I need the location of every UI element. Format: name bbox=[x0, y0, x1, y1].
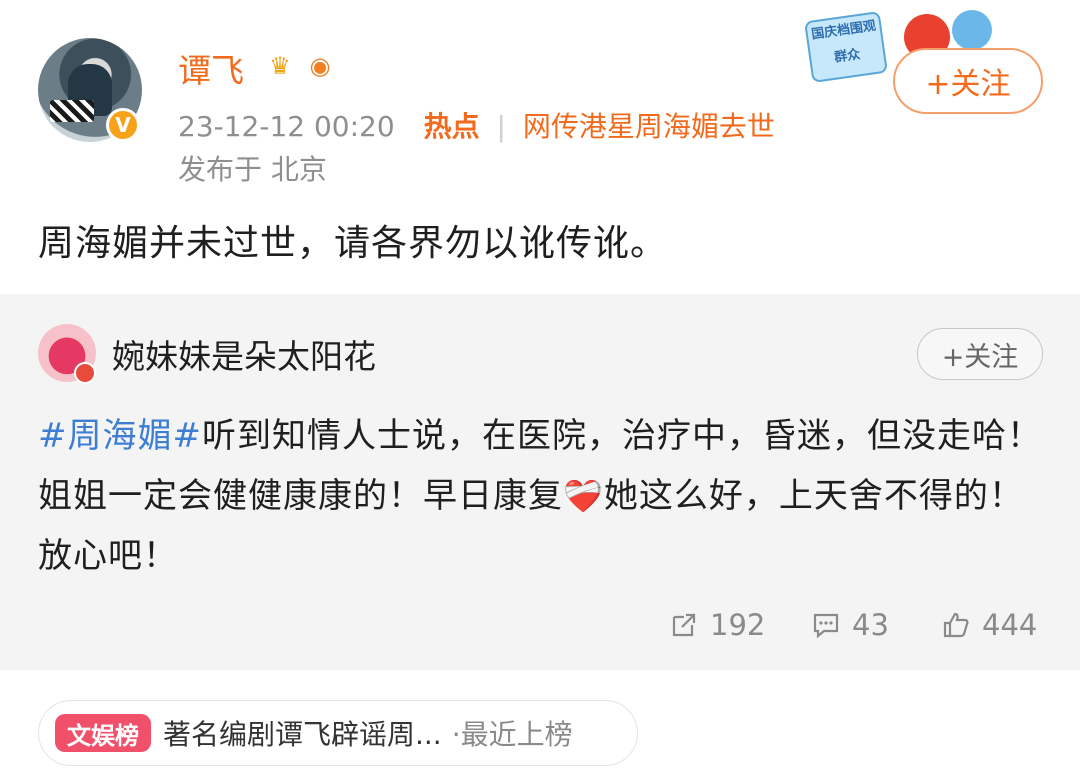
hot-label: 热点 bbox=[423, 110, 480, 143]
post-meta: 23-12-12 00:20 热点 | 网传港星周海媚去世 bbox=[178, 105, 775, 145]
mending-heart-icon: ❤️‍🩹 bbox=[563, 477, 604, 515]
reposted-post[interactable]: 婉妹妹是朵太阳花 +关注 #周海媚#听到知情人士说，在医院，治疗中，昏迷，但没走… bbox=[0, 294, 1080, 670]
comment-icon bbox=[813, 613, 839, 639]
hot-list-suffix: ·最近上榜 bbox=[451, 718, 573, 751]
hot-list-bar[interactable]: 文娱榜 著名编剧谭飞辟谣周... ·最近上榜 bbox=[38, 700, 638, 766]
like-count: 444 bbox=[982, 608, 1038, 642]
hot-list-title: 著名编剧谭飞辟谣周... bbox=[163, 718, 442, 751]
repost-badge-icon bbox=[74, 362, 96, 384]
comment-count: 43 bbox=[852, 608, 889, 642]
hashtag-link[interactable]: #周海媚# bbox=[38, 416, 202, 456]
separator: | bbox=[496, 110, 506, 143]
fish-icon: ◉ bbox=[309, 52, 331, 80]
clapperboard-icon bbox=[50, 100, 94, 122]
festival-tag: 国庆档围观群众 bbox=[804, 11, 888, 83]
hot-topic-link[interactable]: 网传港星周海媚去世 bbox=[523, 110, 775, 143]
like-button[interactable]: 444 bbox=[940, 608, 1037, 642]
post-text: 周海媚并未过世，请各界勿以讹传讹。 bbox=[38, 223, 668, 264]
post-timestamp: 23-12-12 00:20 bbox=[178, 110, 395, 143]
repost-text: #周海媚#听到知情人士说，在医院，治疗中，昏迷，但没走哈！姐姐一定会健健康康的！… bbox=[38, 406, 1048, 586]
crown-icon: ♛ bbox=[269, 52, 291, 80]
post-username[interactable]: 谭飞 bbox=[178, 44, 244, 92]
hot-list-tag: 文娱榜 bbox=[55, 714, 151, 752]
decoration-sparkle-icon bbox=[952, 10, 992, 50]
follow-button[interactable]: +关注 bbox=[893, 48, 1043, 114]
post-location: 发布于 北京 bbox=[178, 153, 327, 186]
repost-username[interactable]: 婉妹妹是朵太阳花 bbox=[112, 330, 376, 378]
share-icon bbox=[672, 613, 696, 637]
verified-badge-icon: V bbox=[106, 108, 140, 142]
weibo-post: 国庆档围观群众 V 谭飞 ♛ ◉ 23-12-12 00:20 热点 | 网传港… bbox=[0, 0, 1080, 290]
share-count: 192 bbox=[710, 608, 766, 642]
share-button[interactable]: 192 bbox=[668, 608, 765, 642]
repost-follow-button[interactable]: +关注 bbox=[917, 328, 1043, 380]
thumbs-up-icon bbox=[943, 612, 969, 638]
comment-button[interactable]: 43 bbox=[810, 608, 889, 642]
